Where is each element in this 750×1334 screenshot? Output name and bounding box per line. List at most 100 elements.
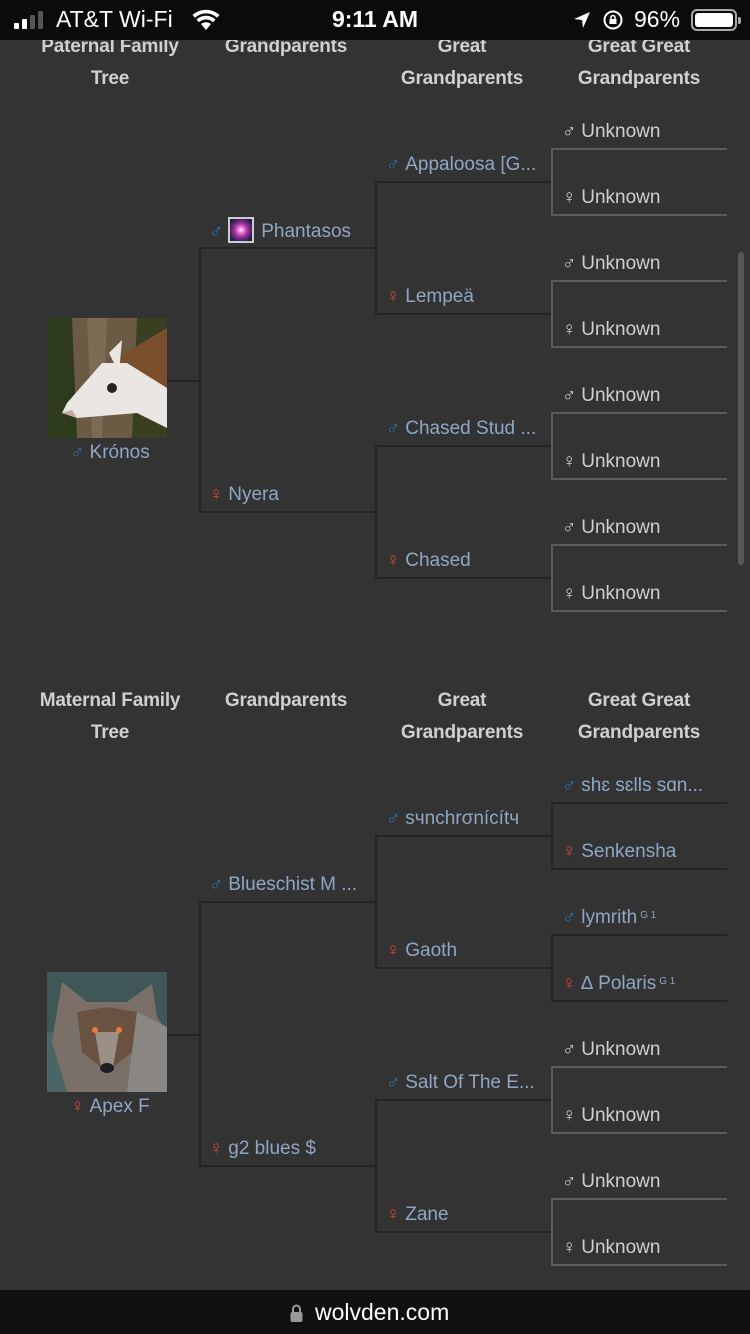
connector-line <box>167 380 199 382</box>
location-arrow-icon <box>574 12 590 28</box>
ancestor-link[interactable]: ♂ Salt Of The E... <box>386 1071 535 1095</box>
rotation-lock-icon <box>603 10 623 30</box>
ancestor-name: g2 blues $ <box>228 1138 316 1159</box>
bracket-line <box>551 412 553 480</box>
bracket-line <box>375 967 552 969</box>
url-bar[interactable]: wolvden.com <box>0 1290 750 1334</box>
ancestor-link[interactable]: ♂ sчnchrσnícítч <box>386 807 519 831</box>
ancestor-link[interactable]: ♂ Krónos <box>70 441 149 465</box>
unknown-ancestor-label: ♂ Unknown <box>562 516 660 540</box>
ancestor-name: Unknown <box>581 385 661 406</box>
column-header: Great Great Grandparents <box>539 31 739 95</box>
bracket-line <box>551 610 727 612</box>
female-icon: ♀ <box>562 319 577 340</box>
header-line: Grandparents <box>577 722 701 743</box>
bracket-line <box>551 148 727 150</box>
battery-percent: 96% <box>634 6 681 32</box>
unknown-ancestor-label: ♂ Unknown <box>562 1170 660 1194</box>
scrollbar[interactable] <box>738 252 744 565</box>
header-line <box>186 717 386 749</box>
maternal-portrait[interactable] <box>47 972 167 1092</box>
header-line: Grandparents <box>400 722 524 743</box>
unknown-ancestor-label: ♀ Unknown <box>562 186 660 210</box>
ancestor-link[interactable]: ♀ Lempeä <box>386 285 474 309</box>
bracket-line <box>551 214 727 216</box>
connector-line <box>167 1034 199 1036</box>
ancestor-link[interactable]: ♀ Chased <box>386 549 471 573</box>
bracket-line <box>551 1000 727 1002</box>
ancestor-name: lymrith <box>581 907 638 928</box>
header-line: Tree <box>90 68 130 89</box>
ancestor-name: Krónos <box>89 442 150 463</box>
unknown-ancestor-label: ♂ Unknown <box>562 384 660 408</box>
bracket-line <box>551 1264 727 1266</box>
bracket-line <box>551 1066 553 1134</box>
female-icon: ♀ <box>209 484 224 505</box>
ancestor-link[interactable]: ♀ g2 blues $ <box>209 1137 316 1161</box>
bracket-line <box>551 1066 727 1068</box>
ancestor-name: Unknown <box>581 1237 661 1258</box>
ancestor-name: Zane <box>405 1204 449 1225</box>
bracket-line <box>551 346 727 348</box>
ancestor-link[interactable]: ♀ Apex F <box>70 1095 149 1119</box>
bracket-line <box>199 511 376 513</box>
male-icon: ♂ <box>70 442 85 463</box>
bracket-line <box>375 181 552 183</box>
female-icon: ♀ <box>562 1105 577 1126</box>
bracket-line <box>551 1198 553 1266</box>
ancestor-link[interactable]: ♂ Phantasos <box>209 217 351 245</box>
ancestor-link[interactable]: ♂ Blueschist M ... <box>209 873 357 897</box>
male-icon: ♂ <box>562 121 577 142</box>
ancestor-link[interactable]: ♀ Zane <box>386 1203 449 1227</box>
female-icon: ♀ <box>562 973 577 994</box>
ancestor-link[interactable]: ♀ Senkensha <box>562 840 676 864</box>
female-icon: ♀ <box>70 1096 85 1117</box>
unknown-ancestor-label: ♂ Unknown <box>562 120 660 144</box>
header-line <box>186 63 386 95</box>
unknown-ancestor-label: ♀ Unknown <box>562 318 660 342</box>
ancestor-link[interactable]: ♂ shɛ sɛlls sɑn... <box>562 774 703 798</box>
ancestor-name: Unknown <box>581 1105 661 1126</box>
ancestor-name: Blueschist M ... <box>228 874 358 895</box>
ancestor-name: ∆ Polaris <box>581 973 657 994</box>
bracket-line <box>551 148 553 216</box>
ancestor-link[interactable]: ♂ Appaloosa [G... <box>386 153 536 177</box>
ancestor-link[interactable]: ♂ lymrith G 1 <box>562 906 656 930</box>
bracket-line <box>551 544 727 546</box>
ancestor-link[interactable]: ♀ ∆ Polaris G 1 <box>562 972 675 996</box>
ancestor-link[interactable]: ♀ Nyera <box>209 483 279 507</box>
bracket-line <box>375 445 552 447</box>
bracket-line <box>551 934 727 936</box>
bracket-line <box>551 478 727 480</box>
header-line: Grandparents <box>577 68 701 89</box>
ancestor-name: Appaloosa [G... <box>405 154 537 175</box>
unknown-ancestor-label: ♂ Unknown <box>562 252 660 276</box>
male-icon: ♂ <box>386 808 401 829</box>
male-icon: ♂ <box>562 517 577 538</box>
paternal-portrait[interactable] <box>47 318 167 438</box>
male-icon: ♂ <box>562 775 577 796</box>
generation-badge: G 1 <box>640 910 657 921</box>
url-text: wolvden.com <box>315 1299 450 1325</box>
female-icon: ♀ <box>386 940 401 961</box>
header-line: Grandparents <box>224 690 348 711</box>
carrier-label: AT&T Wi-Fi <box>56 6 173 32</box>
ancestor-name: Unknown <box>581 253 661 274</box>
ancestor-name: Unknown <box>581 319 661 340</box>
ancestor-link[interactable]: ♀ Gaoth <box>386 939 457 963</box>
header-line: Grandparents <box>400 68 524 89</box>
bracket-line <box>375 1099 552 1101</box>
ancestor-link[interactable]: ♂ Chased Stud ... <box>386 417 536 441</box>
bracket-line <box>199 1165 376 1167</box>
column-header: Great Grandparents <box>362 685 562 749</box>
unknown-ancestor-label: ♂ Unknown <box>562 1038 660 1062</box>
male-icon: ♂ <box>386 154 401 175</box>
bracket-line <box>199 247 376 249</box>
male-icon: ♂ <box>562 907 577 928</box>
bracket-line <box>375 445 377 579</box>
bracket-line <box>551 544 553 612</box>
unknown-ancestor-label: ♀ Unknown <box>562 1236 660 1260</box>
female-icon: ♀ <box>562 451 577 472</box>
column-header: Grandparents <box>186 31 386 95</box>
bracket-line <box>199 901 376 903</box>
